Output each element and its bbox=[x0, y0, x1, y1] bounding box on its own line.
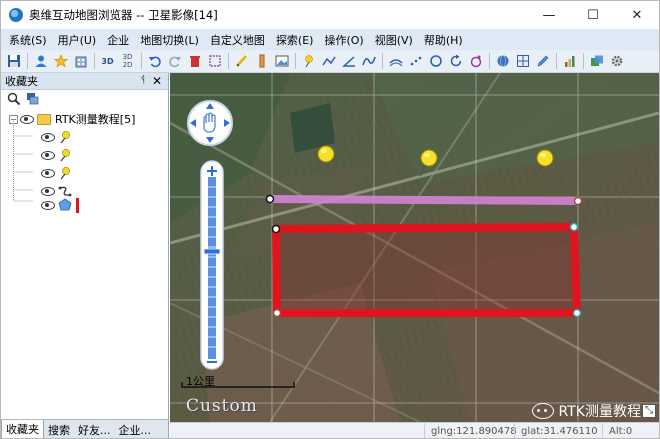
wechat-icon bbox=[531, 403, 554, 419]
image-icon[interactable] bbox=[272, 52, 291, 71]
pin-icon[interactable] bbox=[299, 52, 318, 71]
3d-top-label: 3D bbox=[122, 53, 133, 61]
status-bar: glng:121.890478 glat:31.476110 Alt:0 bbox=[170, 422, 659, 439]
minimize-button[interactable]: — bbox=[527, 1, 571, 29]
scale-label: 1公里 bbox=[186, 375, 215, 388]
ruler-icon[interactable] bbox=[252, 52, 271, 71]
2d-3d-icon[interactable]: 3D 2D bbox=[118, 52, 137, 71]
status-alt: Alt:0 bbox=[602, 422, 659, 438]
menu-enterprise[interactable]: 企业 bbox=[107, 32, 129, 48]
favorites-tree: − RTK测量教程[5] bbox=[1, 110, 168, 213]
visibility-eye-icon[interactable] bbox=[41, 132, 55, 142]
status-lat: glat:31.476110 bbox=[514, 422, 602, 438]
search-icon[interactable] bbox=[7, 92, 21, 108]
window-title: 奥维互动地图浏览器 -- 卫星影像[14] bbox=[29, 8, 218, 22]
tab-enterprise[interactable]: 企业... bbox=[115, 420, 156, 438]
panel-close-button[interactable]: ✕ bbox=[152, 74, 162, 88]
app-logo-icon bbox=[9, 8, 23, 22]
polygon-shape-icon bbox=[58, 198, 72, 211]
tree-item-pin-2[interactable] bbox=[39, 146, 72, 164]
menu-view[interactable]: 视图(V) bbox=[375, 32, 413, 48]
tab-search[interactable]: 搜索 bbox=[44, 420, 74, 438]
menu-explore[interactable]: 探索(E) bbox=[276, 32, 314, 48]
custom-map-label: Custom bbox=[186, 396, 258, 416]
road-icon[interactable] bbox=[386, 52, 405, 71]
panel-title: 收藏夹 bbox=[5, 75, 38, 88]
angle-icon[interactable] bbox=[339, 52, 358, 71]
gear-icon[interactable] bbox=[607, 52, 626, 71]
tree-item-pin-1[interactable] bbox=[39, 128, 72, 146]
line-icon[interactable] bbox=[319, 52, 338, 71]
tree-item-pin-3[interactable] bbox=[39, 164, 72, 182]
expand-icon[interactable]: ⤡ bbox=[642, 404, 656, 418]
app-window: 奥维互动地图浏览器 -- 卫星影像[14] — ☐ ✕ 系统(S) 用户(U) … bbox=[0, 0, 660, 439]
favorites-panel: 收藏夹 ᛩ ✕ − RTK测量教程[5] bbox=[1, 73, 169, 438]
edit-icon[interactable] bbox=[533, 52, 552, 71]
zoom-slider-handle[interactable] bbox=[203, 248, 221, 255]
visibility-eye-icon[interactable] bbox=[41, 200, 55, 210]
menu-map-switch[interactable]: 地图切换(L) bbox=[140, 32, 199, 48]
pushpin-icon bbox=[60, 131, 70, 144]
user-icon[interactable] bbox=[31, 52, 50, 71]
polygon-icon[interactable] bbox=[426, 52, 445, 71]
dots-icon[interactable] bbox=[406, 52, 425, 71]
menu-custom-map[interactable]: 自定义地图 bbox=[210, 32, 265, 48]
measured-line[interactable] bbox=[265, 194, 583, 206]
title-bar: 奥维互动地图浏览器 -- 卫星影像[14] — ☐ ✕ bbox=[1, 1, 659, 29]
curve-icon[interactable] bbox=[359, 52, 378, 71]
menu-operation[interactable]: 操作(O) bbox=[324, 32, 363, 48]
layers-icon[interactable] bbox=[587, 52, 606, 71]
menu-system[interactable]: 系统(S) bbox=[9, 32, 47, 48]
star-icon[interactable] bbox=[51, 52, 70, 71]
visibility-eye-icon[interactable] bbox=[41, 186, 55, 196]
rotate-icon[interactable] bbox=[446, 52, 465, 71]
satellite-imagery[interactable] bbox=[170, 73, 659, 422]
menu-bar: 系统(S) 用户(U) 企业 地图切换(L) 自定义地图 自定义地图 探索(E)… bbox=[1, 29, 659, 50]
tree-root-label[interactable]: RTK测量教程[5] bbox=[55, 111, 135, 127]
select-box-icon[interactable] bbox=[205, 52, 224, 71]
redo-icon[interactable] bbox=[165, 52, 184, 71]
status-blank bbox=[170, 423, 424, 439]
pushpin-icon bbox=[60, 167, 70, 180]
menu-help[interactable]: 帮助(H) bbox=[424, 32, 463, 48]
tree-item-polygon[interactable] bbox=[39, 196, 79, 214]
maximize-button[interactable]: ☐ bbox=[571, 1, 615, 29]
pan-control[interactable] bbox=[187, 100, 233, 146]
chart-icon[interactable] bbox=[560, 52, 579, 71]
toolbar: 3D 3D 2D bbox=[1, 50, 659, 73]
polygon-color-swatch bbox=[76, 197, 79, 213]
watermark-text: RTK测量教程 bbox=[558, 404, 641, 420]
panel-tools bbox=[1, 90, 168, 110]
3d-icon[interactable]: 3D bbox=[98, 52, 117, 71]
sphere-icon[interactable] bbox=[493, 52, 512, 71]
panel-header: 收藏夹 ᛩ ✕ bbox=[1, 73, 168, 90]
visibility-eye-icon[interactable] bbox=[41, 150, 55, 160]
pen-icon[interactable] bbox=[232, 52, 251, 71]
zoom-control[interactable] bbox=[200, 160, 224, 370]
undo-icon[interactable] bbox=[145, 52, 164, 71]
tab-friends[interactable]: 好友... bbox=[74, 420, 115, 438]
menu-user[interactable]: 用户(U) bbox=[58, 32, 97, 48]
pushpin-icon bbox=[60, 149, 70, 162]
circle-tool-icon[interactable] bbox=[466, 52, 485, 71]
panel-pin-button[interactable]: ᛩ bbox=[140, 75, 146, 86]
visibility-eye-icon[interactable] bbox=[41, 168, 55, 178]
layers-list-icon[interactable] bbox=[26, 92, 39, 108]
grid-icon[interactable] bbox=[513, 52, 532, 71]
measured-polygon[interactable] bbox=[271, 222, 582, 318]
hand-icon[interactable] bbox=[203, 112, 216, 133]
delete-icon[interactable] bbox=[185, 52, 204, 71]
building-icon[interactable] bbox=[71, 52, 90, 71]
3d-label: 3D bbox=[101, 56, 114, 66]
tab-favorites[interactable]: 收藏夹 bbox=[1, 420, 44, 438]
status-lng: glng:121.890478 bbox=[424, 422, 517, 438]
save-icon[interactable] bbox=[4, 52, 23, 71]
2d-bottom-label: 2D bbox=[122, 61, 133, 69]
panel-tabs: 收藏夹 搜索 好友... 企业... bbox=[1, 419, 168, 438]
map-view[interactable]: 1公里 Custom RTK测量教程 ⤡ bbox=[170, 73, 659, 422]
watermark: RTK测量教程 bbox=[531, 401, 641, 421]
close-button[interactable]: ✕ bbox=[615, 1, 659, 29]
